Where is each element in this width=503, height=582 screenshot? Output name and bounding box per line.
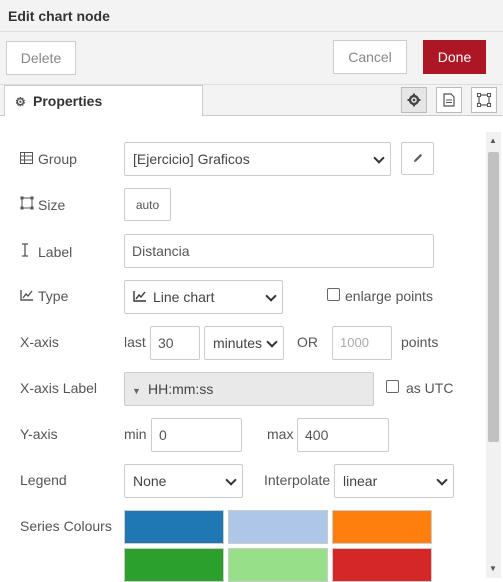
xaxis-or-label: OR [297,334,318,350]
label-field-label: Label [20,243,72,260]
chevron-down-icon [225,474,237,486]
table-icon [20,151,38,167]
chevron-down-icon [373,152,385,164]
series-colours-label: Series Colours [20,518,112,534]
interpolate-select-value: linear [343,473,378,489]
label-label-text: Label [38,244,73,260]
yaxis-field-label: Y-axis [20,426,58,442]
xaxis-unit-value: minutes [213,335,263,351]
xaxis-last-input[interactable]: 30 [150,326,200,360]
type-field-label: Type [20,288,68,304]
caret-down-icon: ▼ [132,386,141,396]
tab-properties[interactable]: ⚙ Properties [4,85,203,117]
size-label-text: Size [38,197,66,213]
tab-properties-label: Properties [33,93,103,109]
group-select-value: [Ejercicio] Graficos [133,151,250,167]
scrollbar[interactable]: ▲ ▼ [486,132,501,578]
as-utc-checkbox[interactable] [386,380,399,393]
xaxis-last-label: last [124,334,146,350]
edit-group-button[interactable] [401,142,434,175]
xaxis-points-label: points [401,334,439,350]
series-colour-2[interactable] [228,510,328,544]
done-button[interactable]: Done [423,40,486,74]
group-label-text: Group [38,151,77,167]
xaxis-label-field-label: X-axis Label [20,380,98,396]
properties-gear-icon[interactable] [401,87,427,113]
gear-icon: ⚙ [15,95,26,109]
type-label-text: Type [38,288,69,304]
resize-icon [20,196,38,213]
legend-select-value: None [133,473,167,489]
group-select[interactable]: [Ejercicio] Graficos [124,142,391,176]
scroll-up-icon[interactable]: ▲ [489,136,497,145]
enlarge-points-label: enlarge points [345,288,433,304]
series-colour-5[interactable] [228,548,328,582]
interpolate-label: Interpolate [264,472,331,488]
series-colour-1[interactable] [124,510,224,544]
chevron-down-icon [436,474,448,486]
enlarge-points-checkbox[interactable] [327,288,340,301]
action-bar: Delete Cancel Done [0,32,503,85]
chevron-down-icon [266,336,278,348]
pencil-icon [412,151,424,167]
type-select[interactable]: Line chart [124,280,283,314]
type-select-value: Line chart [153,289,215,305]
series-colour-6[interactable] [332,548,432,582]
series-colour-4[interactable] [124,548,224,582]
legend-select[interactable]: None [124,464,243,498]
description-icon[interactable] [436,87,462,113]
scroll-thumb[interactable] [488,152,499,442]
scroll-down-icon[interactable]: ▼ [489,564,497,573]
label-input[interactable]: Distancia [124,234,434,268]
tab-bar: ⚙ Properties [0,85,503,117]
cancel-button[interactable]: Cancel [333,40,407,74]
as-utc-label: as UTC [406,380,454,396]
yaxis-max-input[interactable]: 400 [297,418,389,452]
xaxis-points-input[interactable]: 1000 [332,326,392,360]
size-field-label: Size [20,196,65,213]
chevron-down-icon [265,290,277,302]
line-chart-icon [133,289,153,305]
yaxis-max-label: max [267,426,294,442]
dialog-title: Edit chart node [0,0,503,32]
xaxis-label-value: HH:mm:ss [148,381,214,397]
interpolate-select[interactable]: linear [334,464,454,498]
group-field-label: Group [20,151,77,167]
xaxis-field-label: X-axis [20,334,59,350]
xaxis-label-input[interactable]: ▼ HH:mm:ss [124,372,374,406]
series-colour-3[interactable] [332,510,432,544]
yaxis-min-label: min [124,426,147,442]
yaxis-min-input[interactable]: 0 [151,418,242,452]
size-button[interactable]: auto [124,188,171,221]
line-chart-icon [20,288,38,304]
xaxis-unit-select[interactable]: minutes [204,326,284,360]
appearance-icon[interactable] [471,87,497,113]
legend-field-label: Legend [20,472,67,488]
text-cursor-icon [20,243,38,260]
delete-button[interactable]: Delete [6,41,76,75]
